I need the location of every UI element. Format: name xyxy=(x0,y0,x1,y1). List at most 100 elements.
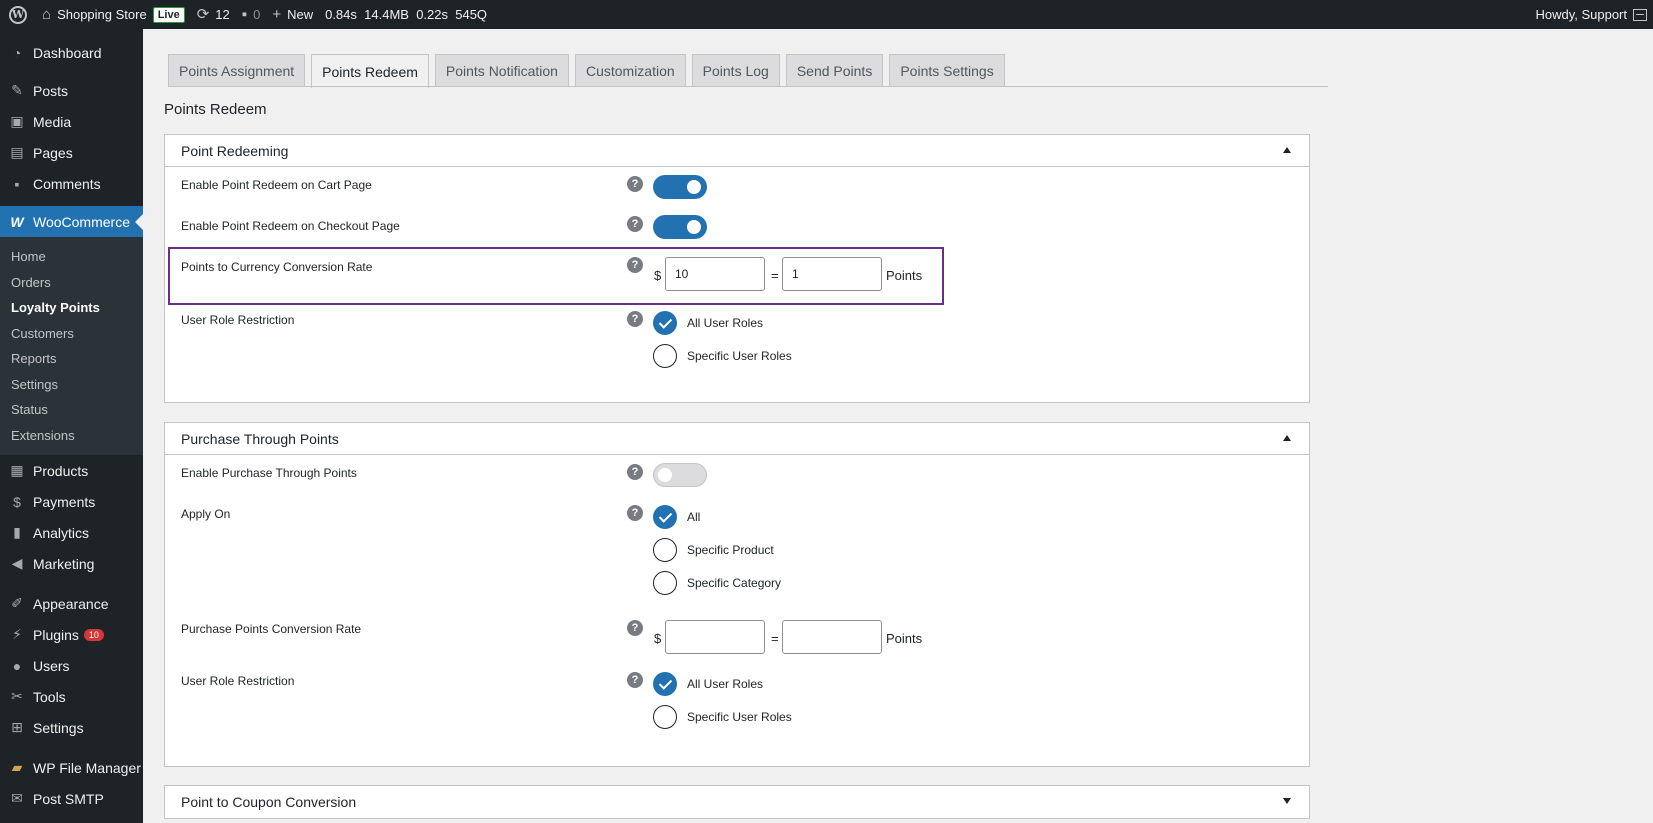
checkout-redeem-toggle[interactable] xyxy=(653,215,707,239)
admin-bar: W ⌂ Shopping Store Live ⟳ 12 ▪ 0 + New 0… xyxy=(0,0,1653,29)
radio-specific-category[interactable] xyxy=(653,571,677,595)
help-icon[interactable]: ? xyxy=(627,216,643,232)
payments-icon: $ xyxy=(13,493,21,510)
expand-arrow-icon[interactable] xyxy=(1283,798,1291,804)
wrench-icon: ✂ xyxy=(11,688,23,704)
radio-specific-user-roles[interactable] xyxy=(653,344,677,368)
tab-points-notification[interactable]: Points Notification xyxy=(434,54,569,87)
submenu-item-settings[interactable]: Settings xyxy=(0,372,143,398)
woocommerce-submenu: Home Orders Loyalty Points Customers Rep… xyxy=(0,237,143,455)
tab-divider xyxy=(168,86,1328,87)
page-title: Points Redeem xyxy=(164,101,267,118)
submenu-item-loyalty-points[interactable]: Loyalty Points xyxy=(0,295,143,321)
help-icon[interactable]: ? xyxy=(627,505,643,521)
radio-specific-product[interactable] xyxy=(653,538,677,562)
sidebar-item-appearance[interactable]: ✐ Appearance xyxy=(0,588,143,619)
tab-points-log[interactable]: Points Log xyxy=(691,54,780,87)
plugins-update-badge: 10 xyxy=(83,628,104,641)
panel-title: Point Redeeming xyxy=(181,142,289,159)
radio-all-user-roles[interactable] xyxy=(653,672,677,696)
submenu-item-customers[interactable]: Customers xyxy=(0,321,143,347)
sidebar-item-products[interactable]: ▦ Products xyxy=(0,455,143,486)
tab-send-points[interactable]: Send Points xyxy=(785,54,884,87)
collapse-arrow-icon[interactable] xyxy=(1283,435,1291,441)
sidebar-item-post-smtp[interactable]: ✉ Post SMTP xyxy=(0,783,143,814)
radio-apply-all[interactable] xyxy=(653,505,677,529)
panel-title: Point to Coupon Conversion xyxy=(181,794,357,810)
sidebar-item-dashboard[interactable]: ◔ Dashboard xyxy=(0,37,143,68)
panel-title: Purchase Through Points xyxy=(181,430,339,447)
admin-sidebar: ◔ Dashboard ✎ Posts ▣ Media ▤ Pages ▪ Co… xyxy=(0,29,143,823)
cart-redeem-toggle[interactable] xyxy=(653,175,707,199)
field-label: Enable Point Redeem on Checkout Page xyxy=(181,219,400,233)
tab-points-assignment[interactable]: Points Assignment xyxy=(168,54,306,87)
panel-header[interactable]: Point Redeeming xyxy=(165,135,1309,167)
woo-icon: W xyxy=(10,213,24,230)
radio-specific-user-roles[interactable] xyxy=(653,705,677,729)
sidebar-item-settings[interactable]: ⊞ Settings xyxy=(0,712,143,743)
avatar-icon xyxy=(1633,8,1647,21)
site-name-link[interactable]: ⌂ Shopping Store Live xyxy=(36,0,191,29)
currency-symbol: $ xyxy=(654,631,662,646)
sidebar-item-pages[interactable]: ▤ Pages xyxy=(0,137,143,168)
purchase-points-input[interactable] xyxy=(782,620,882,654)
new-content-link[interactable]: + New xyxy=(266,0,319,29)
points-value-input[interactable] xyxy=(782,257,882,291)
panel-header[interactable]: Purchase Through Points xyxy=(165,423,1309,455)
query-monitor[interactable]: 0.84s 14.4MB 0.22s 545Q xyxy=(319,0,493,29)
tab-points-redeem[interactable]: Points Redeem xyxy=(311,54,429,88)
help-icon[interactable]: ? xyxy=(627,672,643,688)
mail-icon: ✉ xyxy=(11,790,23,806)
help-icon[interactable]: ? xyxy=(627,464,643,480)
comment-icon: ▪ xyxy=(241,6,248,23)
help-icon[interactable]: ? xyxy=(627,257,643,273)
brush-icon: ✐ xyxy=(11,595,23,611)
field-label: Enable Purchase Through Points xyxy=(181,466,357,480)
settings-tabs: Points Assignment Points Redeem Points N… xyxy=(168,54,1005,88)
field-label: Apply On xyxy=(181,507,231,521)
sidebar-item-plugins[interactable]: ⚡ Plugins 10 xyxy=(0,619,143,650)
megaphone-icon: ◀ xyxy=(11,555,23,571)
tab-points-settings[interactable]: Points Settings xyxy=(889,54,1005,87)
comment-icon: ▪ xyxy=(14,175,20,192)
sidebar-item-woocommerce[interactable]: W WooCommerce xyxy=(0,206,143,237)
points-unit: Points xyxy=(886,631,923,646)
wordpress-logo-icon[interactable]: W xyxy=(0,0,36,29)
submenu-item-orders[interactable]: Orders xyxy=(0,270,143,296)
submenu-item-reports[interactable]: Reports xyxy=(0,346,143,372)
submenu-item-extensions[interactable]: Extensions xyxy=(0,423,143,449)
updates-link[interactable]: ⟳ 12 xyxy=(191,0,236,29)
help-icon[interactable]: ? xyxy=(627,176,643,192)
sidebar-item-tools[interactable]: ✂ Tools xyxy=(0,681,143,712)
radio-all-user-roles[interactable] xyxy=(653,311,677,335)
currency-value-input[interactable] xyxy=(665,257,765,291)
submenu-item-status[interactable]: Status xyxy=(0,397,143,423)
sidebar-item-media[interactable]: ▣ Media xyxy=(0,106,143,137)
sidebar-item-comments[interactable]: ▪ Comments xyxy=(0,168,143,199)
updates-icon: ⟳ xyxy=(196,6,210,23)
panel-header[interactable]: Point to Coupon Conversion xyxy=(165,786,1309,818)
sidebar-item-wp-file-manager[interactable]: ▰ WP File Manager xyxy=(0,752,143,783)
products-icon: ▦ xyxy=(10,462,24,478)
sidebar-item-analytics[interactable]: ▮ Analytics xyxy=(0,517,143,548)
field-label: Points to Currency Conversion Rate xyxy=(181,260,373,274)
purchase-points-toggle[interactable] xyxy=(653,463,707,487)
tab-customization[interactable]: Customization xyxy=(574,54,686,87)
point-to-coupon-panel: Point to Coupon Conversion xyxy=(164,785,1310,819)
my-account[interactable]: Howdy, Support xyxy=(1529,0,1653,29)
help-icon[interactable]: ? xyxy=(627,620,643,636)
equals-sign: = xyxy=(771,631,779,646)
comments-link[interactable]: ▪ 0 xyxy=(236,0,267,29)
purchase-currency-input[interactable] xyxy=(665,620,765,654)
sidebar-item-posts[interactable]: ✎ Posts xyxy=(0,75,143,106)
help-icon[interactable]: ? xyxy=(627,311,643,327)
field-label: User Role Restriction xyxy=(181,313,295,327)
pages-icon: ▤ xyxy=(10,144,24,160)
analytics-icon: ▮ xyxy=(13,524,21,540)
collapse-arrow-icon[interactable] xyxy=(1283,147,1291,153)
sidebar-item-marketing[interactable]: ◀ Marketing xyxy=(0,548,143,579)
submenu-item-home[interactable]: Home xyxy=(0,244,143,270)
sidebar-item-payments[interactable]: $ Payments xyxy=(0,486,143,517)
sidebar-item-users[interactable]: ● Users xyxy=(0,650,143,681)
field-label: Enable Point Redeem on Cart Page xyxy=(181,178,372,192)
